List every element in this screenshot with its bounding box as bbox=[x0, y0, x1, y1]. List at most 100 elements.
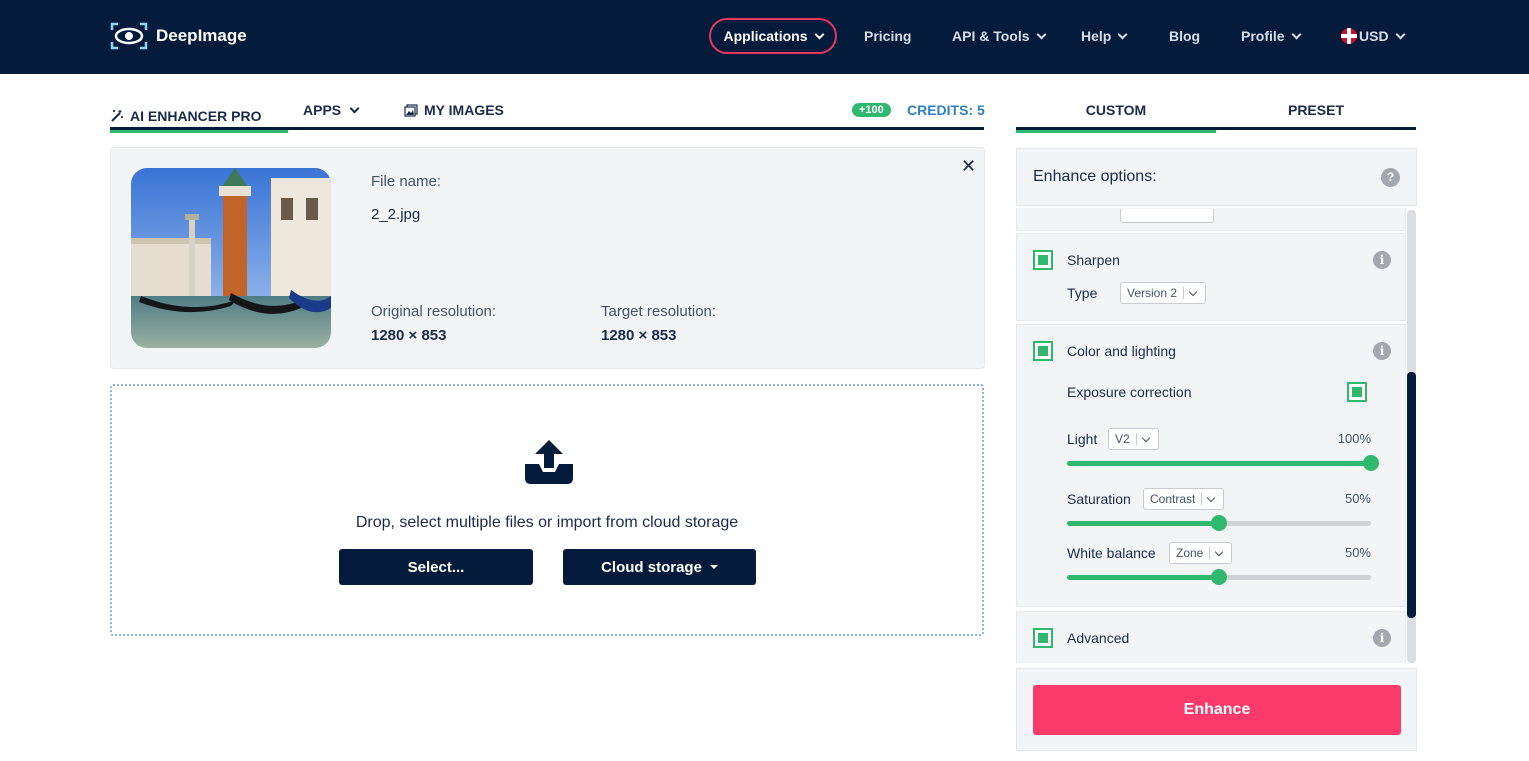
chevron-down-icon bbox=[349, 103, 360, 113]
chevron-down-icon bbox=[1141, 433, 1150, 442]
file-name-label: File name: bbox=[371, 173, 442, 190]
nav-profile[interactable]: Profile bbox=[1241, 18, 1302, 54]
chevron-down-icon bbox=[1395, 29, 1406, 39]
light-slider[interactable] bbox=[1067, 455, 1379, 471]
partial-select bbox=[1120, 209, 1214, 223]
advanced-title: Advanced bbox=[1067, 630, 1130, 646]
color-lighting-title: Color and lighting bbox=[1067, 343, 1176, 359]
enhance-button[interactable]: Enhance bbox=[1033, 685, 1401, 735]
light-mode-select[interactable]: V2 bbox=[1108, 428, 1159, 450]
tab-my-images[interactable]: MY IMAGES bbox=[404, 102, 504, 118]
previous-section-partial bbox=[1016, 208, 1406, 231]
white-balance-percent: 50% bbox=[1344, 545, 1371, 560]
light-percent: 100% bbox=[1337, 431, 1371, 446]
tab-ai-enhancer-pro-label: AI ENHANCER PRO bbox=[130, 108, 262, 124]
magic-wand-icon bbox=[111, 110, 123, 122]
target-resolution-value: 1280 × 853 bbox=[601, 327, 677, 344]
chevron-down-icon bbox=[1117, 29, 1128, 39]
sharpen-info-icon[interactable]: i bbox=[1373, 251, 1391, 269]
select-divider bbox=[1183, 287, 1185, 299]
chevron-down-icon bbox=[1207, 493, 1216, 502]
select-files-label: Select... bbox=[407, 558, 465, 576]
exposure-correction-label: Exposure correction bbox=[1067, 384, 1192, 400]
original-resolution-value: 1280 × 853 bbox=[371, 327, 447, 344]
chevron-down-icon bbox=[814, 29, 824, 39]
enhance-footer: Enhance bbox=[1016, 668, 1417, 751]
nav-applications[interactable]: Applications bbox=[709, 18, 837, 54]
enhance-options-header: Enhance options: ? bbox=[1016, 148, 1417, 206]
image-gallery-icon bbox=[404, 103, 418, 117]
white-balance-slider[interactable] bbox=[1067, 569, 1371, 585]
sharpen-checkbox[interactable] bbox=[1033, 250, 1053, 270]
tab-apps-label: APPS bbox=[303, 102, 342, 118]
chevron-down-icon bbox=[1036, 29, 1046, 39]
tab-my-images-label: MY IMAGES bbox=[424, 102, 504, 118]
main-tabs: AI ENHANCER PRO APPS MY IMAGES +100 CRED… bbox=[110, 96, 985, 133]
enhance-options-title: Enhance options: bbox=[1033, 168, 1157, 185]
saturation-slider-handle[interactable] bbox=[1211, 515, 1227, 531]
nav-help-label: Help bbox=[1081, 28, 1112, 44]
close-icon[interactable]: ✕ bbox=[961, 156, 976, 177]
tab-ai-enhancer-pro[interactable]: AI ENHANCER PRO bbox=[110, 102, 288, 133]
saturation-label: Saturation bbox=[1067, 491, 1131, 507]
nav-pricing[interactable]: Pricing bbox=[864, 18, 911, 54]
help-icon[interactable]: ? bbox=[1381, 168, 1400, 187]
color-lighting-checkbox[interactable] bbox=[1033, 341, 1053, 361]
white-balance-mode-value: Zone bbox=[1176, 546, 1204, 560]
mode-tabs: CUSTOM PRESET bbox=[1016, 96, 1416, 133]
bonus-credits-badge[interactable]: +100 bbox=[852, 103, 891, 117]
chevron-down-icon bbox=[1291, 29, 1302, 39]
white-balance-slider-handle[interactable] bbox=[1211, 569, 1227, 585]
exposure-correction-checkbox[interactable] bbox=[1347, 382, 1367, 402]
cloud-storage-button[interactable]: Cloud storage bbox=[563, 549, 756, 585]
advanced-checkbox[interactable] bbox=[1033, 628, 1053, 648]
white-balance-mode-select[interactable]: Zone bbox=[1169, 542, 1233, 564]
options-scrollbar-thumb[interactable] bbox=[1407, 372, 1416, 618]
light-slider-handle[interactable] bbox=[1363, 455, 1379, 471]
nav-currency[interactable]: USD bbox=[1341, 18, 1406, 54]
brand-logo[interactable]: DeepImage bbox=[110, 22, 247, 50]
tab-apps[interactable]: APPS bbox=[303, 102, 360, 118]
nav-pricing-label: Pricing bbox=[864, 28, 912, 44]
color-lighting-info-icon[interactable]: i bbox=[1373, 342, 1391, 360]
advanced-info-icon[interactable]: i bbox=[1373, 629, 1391, 647]
sharpen-type-value: Version 2 bbox=[1127, 286, 1178, 300]
saturation-slider-fill bbox=[1067, 521, 1219, 526]
file-drop-zone[interactable]: Drop, select multiple files or import fr… bbox=[110, 384, 984, 636]
enhance-button-label: Enhance bbox=[1183, 701, 1251, 718]
color-lighting-section: Color and lighting i Exposure correction… bbox=[1016, 324, 1406, 607]
light-label: Light bbox=[1067, 431, 1098, 447]
cloud-storage-label: Cloud storage bbox=[601, 558, 702, 576]
sharpen-type-select[interactable]: Version 2 bbox=[1120, 282, 1207, 304]
options-scrollbar[interactable] bbox=[1407, 210, 1416, 663]
saturation-slider[interactable] bbox=[1067, 515, 1371, 531]
top-navigation-bar: DeepImage Applications Pricing API & Too… bbox=[0, 0, 1529, 74]
tab-custom[interactable]: CUSTOM bbox=[1016, 102, 1216, 133]
chevron-down-icon bbox=[1188, 287, 1198, 296]
select-files-button[interactable]: Select... bbox=[339, 549, 533, 585]
options-scroll-area[interactable]: Sharpen i Type Version 2 Color and light… bbox=[1016, 208, 1406, 663]
upload-tray-icon bbox=[525, 440, 573, 484]
white-balance-slider-fill bbox=[1067, 575, 1219, 580]
sharpen-title: Sharpen bbox=[1067, 252, 1120, 268]
select-divider bbox=[1201, 493, 1203, 505]
caret-down-icon bbox=[709, 565, 718, 569]
advanced-section: Advanced i bbox=[1016, 611, 1406, 663]
nav-api-tools[interactable]: API & Tools bbox=[952, 18, 1046, 54]
nav-profile-label: Profile bbox=[1241, 28, 1285, 44]
saturation-percent: 50% bbox=[1344, 491, 1371, 506]
saturation-mode-select[interactable]: Contrast bbox=[1143, 488, 1225, 510]
white-balance-label: White balance bbox=[1067, 545, 1156, 561]
light-slider-fill bbox=[1067, 461, 1371, 466]
eye-logo-icon bbox=[110, 22, 148, 50]
nav-help[interactable]: Help bbox=[1081, 18, 1128, 54]
tab-preset[interactable]: PRESET bbox=[1216, 102, 1416, 118]
image-thumbnail bbox=[131, 168, 331, 348]
select-divider bbox=[1135, 433, 1137, 445]
file-name-value: 2_2.jpg bbox=[371, 206, 421, 223]
sharpen-type-label: Type bbox=[1067, 285, 1098, 301]
nav-blog[interactable]: Blog bbox=[1169, 18, 1200, 54]
nav-applications-label: Applications bbox=[723, 28, 808, 44]
enhance-options-panel: Enhance options: ? Sharpen i Type Versio… bbox=[1016, 148, 1417, 751]
credits-counter[interactable]: CREDITS: 5 bbox=[907, 102, 985, 118]
